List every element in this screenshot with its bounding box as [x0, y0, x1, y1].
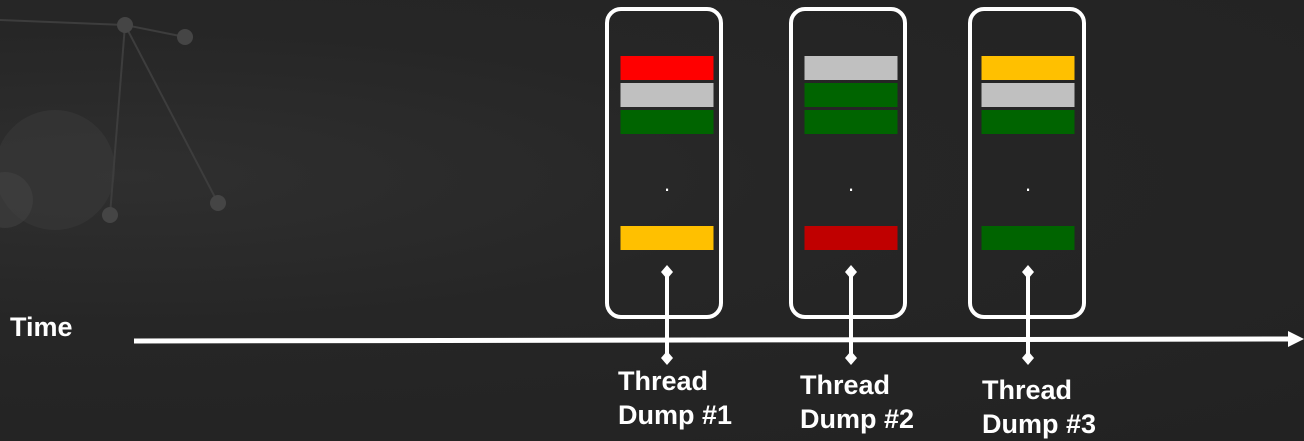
- connector-diamond: [1022, 265, 1034, 279]
- thread-state-bar-bottom: [620, 226, 714, 250]
- dump-label-line1: Thread: [618, 366, 709, 396]
- thread-state-bar: [981, 83, 1075, 107]
- thread-state-bar: [981, 56, 1075, 80]
- thread-state-bar: [804, 56, 898, 80]
- ellipsis-dot: ·: [663, 176, 670, 201]
- timeline-axis: [133, 331, 1304, 347]
- dump-label-1: Thread Dump #1: [618, 364, 768, 432]
- connector-diamond: [661, 265, 673, 279]
- thread-state-bar: [981, 110, 1075, 134]
- slide-canvas: · · · Time Thread Dump #1 Thread Dump #2 T…: [0, 0, 1304, 441]
- dump-label-line2: Dump #3: [982, 409, 1097, 439]
- thread-state-bar-bottom: [981, 226, 1075, 250]
- dump-label-line2: Dump #1: [618, 400, 733, 430]
- time-arrow-line: [133, 336, 1291, 344]
- thread-state-bar: [620, 110, 714, 134]
- ellipsis-dot: ·: [847, 176, 854, 201]
- dump-label-2: Thread Dump #2: [800, 368, 950, 436]
- connector-diamond: [845, 265, 857, 279]
- thread-state-bar: [804, 110, 898, 134]
- dump-label-3: Thread Dump #3: [982, 373, 1132, 441]
- thread-state-bar-bottom: [804, 226, 898, 250]
- dump-label-line2: Dump #2: [800, 404, 915, 434]
- thread-state-bar: [620, 83, 714, 107]
- thread-dump-2: ·: [789, 7, 907, 365]
- connector-diamond: [845, 351, 857, 365]
- connector-diamond: [661, 351, 673, 365]
- thread-dump-3: ·: [968, 7, 1086, 365]
- dump-label-line1: Thread: [982, 375, 1073, 405]
- ellipsis-dot: ·: [1024, 176, 1031, 201]
- thread-dump-1: ·: [605, 7, 723, 365]
- dump-label-line1: Thread: [800, 370, 891, 400]
- thread-state-bar: [804, 83, 898, 107]
- thread-state-bar: [620, 56, 714, 80]
- dumps-layer: · · ·: [605, 7, 1086, 365]
- time-axis-label: Time: [10, 312, 73, 342]
- connector-diamond: [1022, 351, 1034, 365]
- time-arrow-head: [1288, 331, 1304, 347]
